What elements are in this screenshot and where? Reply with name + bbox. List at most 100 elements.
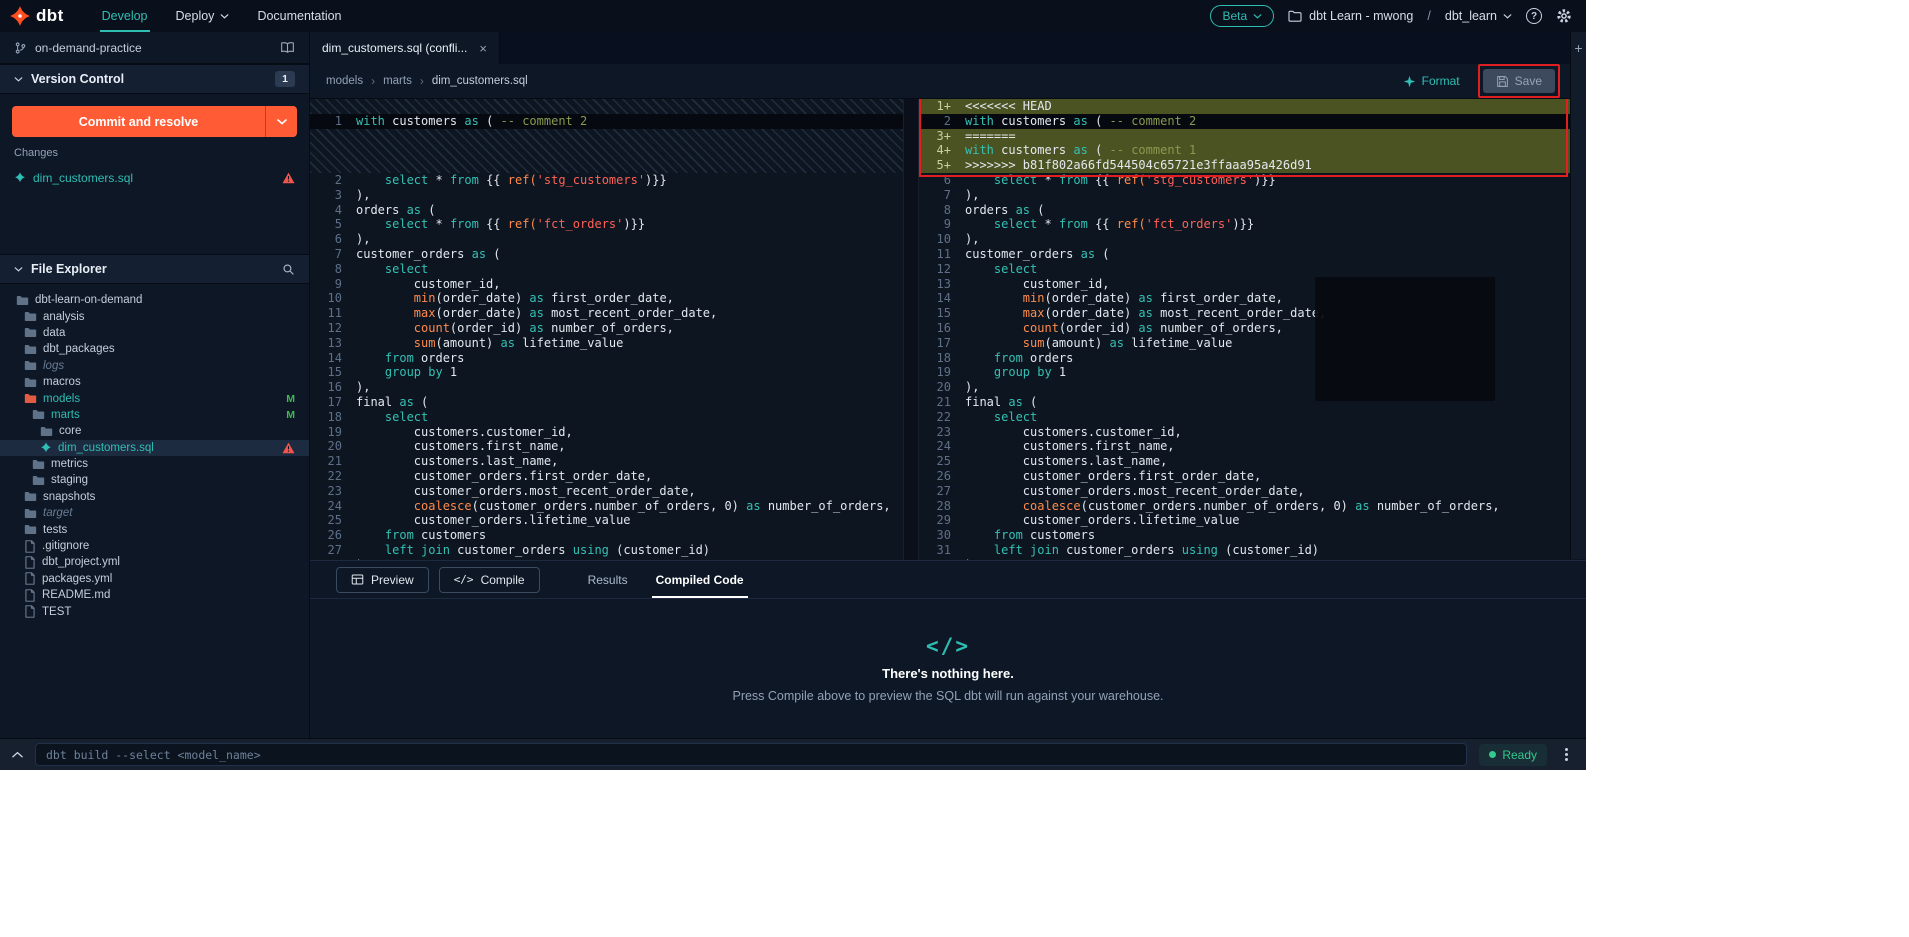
code-line[interactable]: 7), <box>919 188 1570 203</box>
code-line[interactable]: 1with customers as ( -- comment 2 <box>310 114 903 129</box>
code-line[interactable]: 4+with customers as ( -- comment 1 <box>919 143 1570 158</box>
code-line[interactable]: 28 coalesce(customer_orders.number_of_or… <box>919 499 1570 514</box>
tree-item-target[interactable]: target <box>0 505 309 521</box>
code-line[interactable]: 25 customer_orders.lifetime_value <box>310 513 903 528</box>
save-button[interactable]: Save <box>1483 69 1555 93</box>
code-line[interactable]: 27 customer_orders.most_recent_order_dat… <box>919 484 1570 499</box>
code-pane-left[interactable]: 1with customers as ( -- comment 2 2 selec… <box>310 99 903 560</box>
code-line[interactable]: 8orders as ( <box>919 203 1570 218</box>
compile-button[interactable]: </> Compile <box>439 567 540 593</box>
search-icon[interactable] <box>282 263 295 276</box>
tree-item-data[interactable]: data <box>0 325 309 341</box>
tree-item-dbt-packages[interactable]: dbt_packages <box>0 341 309 357</box>
tree-item-dbt-learn-on-demand[interactable]: dbt-learn-on-demand <box>0 292 309 308</box>
code-line[interactable]: 19 customers.customer_id, <box>310 425 903 440</box>
code-line[interactable]: 30 from customers <box>919 528 1570 543</box>
tree-item-metrics[interactable]: metrics <box>0 456 309 472</box>
panel-tab-results[interactable]: Results <box>574 561 642 598</box>
code-line[interactable]: 24 coalesce(customer_orders.number_of_or… <box>310 499 903 514</box>
format-button[interactable]: Format <box>1403 74 1460 88</box>
code-line[interactable]: 12 count(order_id) as number_of_orders, <box>310 321 903 336</box>
tree-item-snapshots[interactable]: snapshots <box>0 489 309 505</box>
tree-item-gitignore[interactable]: .gitignore <box>0 538 309 554</box>
account-selector[interactable]: dbt Learn - mwong <box>1288 9 1413 23</box>
close-tab-icon[interactable]: × <box>479 41 487 56</box>
code-line[interactable]: 8 select <box>310 262 903 277</box>
code-line[interactable]: 16), <box>310 380 903 395</box>
tree-item-dbt-project-yml[interactable]: dbt_project.yml <box>0 554 309 570</box>
code-line[interactable]: 22 customer_orders.first_order_date, <box>310 469 903 484</box>
code-line[interactable]: 22 select <box>919 410 1570 425</box>
code-line[interactable]: 27 left join customer_orders using (cust… <box>310 543 903 558</box>
code-line[interactable]: 2with customers as ( -- comment 2 <box>919 114 1570 129</box>
dbt-logo[interactable]: dbt <box>10 6 64 26</box>
code-line[interactable]: 5 select * from {{ ref('fct_orders')}} <box>310 217 903 232</box>
command-input[interactable] <box>35 743 1467 766</box>
nav-item-deploy[interactable]: Deploy <box>162 0 244 32</box>
breadcrumb-item[interactable]: marts <box>383 75 412 87</box>
code-line[interactable]: 32) <box>919 558 1570 560</box>
code-line[interactable]: 1+<<<<<<< HEAD <box>919 99 1570 114</box>
tree-item-analysis[interactable]: analysis <box>0 308 309 324</box>
pane-divider[interactable] <box>903 99 919 560</box>
branch-selector[interactable]: on-demand-practice <box>0 32 309 64</box>
changed-file-item[interactable]: dim_customers.sql <box>0 166 309 190</box>
code-line[interactable]: 28) <box>310 558 903 560</box>
kebab-menu-icon[interactable] <box>1565 753 1568 756</box>
expand-panel-chevron-icon[interactable] <box>12 751 23 758</box>
code-line[interactable]: 23 customers.customer_id, <box>919 425 1570 440</box>
code-line[interactable]: 11customer_orders as ( <box>919 247 1570 262</box>
tree-item-logs[interactable]: logs <box>0 358 309 374</box>
code-line[interactable]: 6 select * from {{ ref('stg_customers')}… <box>919 173 1570 188</box>
code-line[interactable]: 3+======= <box>919 129 1570 144</box>
code-line[interactable]: 5+>>>>>>> b81f802a66fd544504c65721e3ffaa… <box>919 158 1570 173</box>
tree-item-readme-md[interactable]: README.md <box>0 587 309 603</box>
code-line[interactable]: 4orders as ( <box>310 203 903 218</box>
commit-options-chevron[interactable] <box>265 106 297 137</box>
new-tab-button[interactable]: + <box>1574 32 1582 559</box>
code-line[interactable]: 10 min(order_date) as first_order_date, <box>310 291 903 306</box>
nav-item-documentation[interactable]: Documentation <box>243 0 355 32</box>
project-selector[interactable]: dbt_learn <box>1445 9 1512 23</box>
code-line[interactable]: 15 group by 1 <box>310 365 903 380</box>
code-line[interactable]: 21 customers.last_name, <box>310 454 903 469</box>
settings-gear-icon[interactable] <box>1556 8 1572 24</box>
code-line[interactable]: 11 max(order_date) as most_recent_order_… <box>310 306 903 321</box>
tree-item-core[interactable]: core <box>0 423 309 439</box>
tree-item-packages-yml[interactable]: packages.yml <box>0 571 309 587</box>
code-line[interactable]: 17final as ( <box>310 395 903 410</box>
code-line[interactable]: 29 customer_orders.lifetime_value <box>919 513 1570 528</box>
tree-item-models[interactable]: modelsM <box>0 390 309 406</box>
tree-item-test[interactable]: TEST <box>0 603 309 619</box>
tree-item-staging[interactable]: staging <box>0 472 309 488</box>
code-line[interactable]: 25 customers.last_name, <box>919 454 1570 469</box>
tab-dim-customers-sql[interactable]: dim_customers.sql (confli... × <box>310 32 500 64</box>
tree-item-macros[interactable]: macros <box>0 374 309 390</box>
code-line[interactable]: 7customer_orders as ( <box>310 247 903 262</box>
code-line[interactable]: 6), <box>310 232 903 247</box>
code-line[interactable]: 9 select * from {{ ref('fct_orders')}} <box>919 217 1570 232</box>
tree-item-marts[interactable]: martsM <box>0 407 309 423</box>
preview-button[interactable]: Preview <box>336 567 429 593</box>
code-line[interactable]: 2 select * from {{ ref('stg_customers')}… <box>310 173 903 188</box>
beta-badge[interactable]: Beta <box>1210 5 1274 27</box>
code-line[interactable]: 9 customer_id, <box>310 277 903 292</box>
code-line[interactable]: 18 select <box>310 410 903 425</box>
code-line[interactable]: 24 customers.first_name, <box>919 439 1570 454</box>
code-pane-right[interactable]: 1+<<<<<<< HEAD2with customers as ( -- co… <box>919 99 1570 560</box>
panel-tab-compiled-code[interactable]: Compiled Code <box>642 561 758 598</box>
code-line[interactable]: 26 customer_orders.first_order_date, <box>919 469 1570 484</box>
code-line[interactable]: 12 select <box>919 262 1570 277</box>
commit-and-resolve-button[interactable]: Commit and resolve <box>12 106 297 137</box>
code-line[interactable]: 14 from orders <box>310 351 903 366</box>
tree-item-dim-customers-sql[interactable]: dim_customers.sql <box>0 440 309 456</box>
help-icon[interactable]: ? <box>1526 8 1542 24</box>
docs-book-icon[interactable] <box>280 41 295 54</box>
code-line[interactable]: 3), <box>310 188 903 203</box>
nav-item-develop[interactable]: Develop <box>88 0 162 32</box>
breadcrumb-item[interactable]: dim_customers.sql <box>432 75 528 87</box>
code-line[interactable]: 10), <box>919 232 1570 247</box>
breadcrumb-item[interactable]: models <box>326 75 363 87</box>
code-line[interactable]: 31 left join customer_orders using (cust… <box>919 543 1570 558</box>
code-line[interactable]: 23 customer_orders.most_recent_order_dat… <box>310 484 903 499</box>
